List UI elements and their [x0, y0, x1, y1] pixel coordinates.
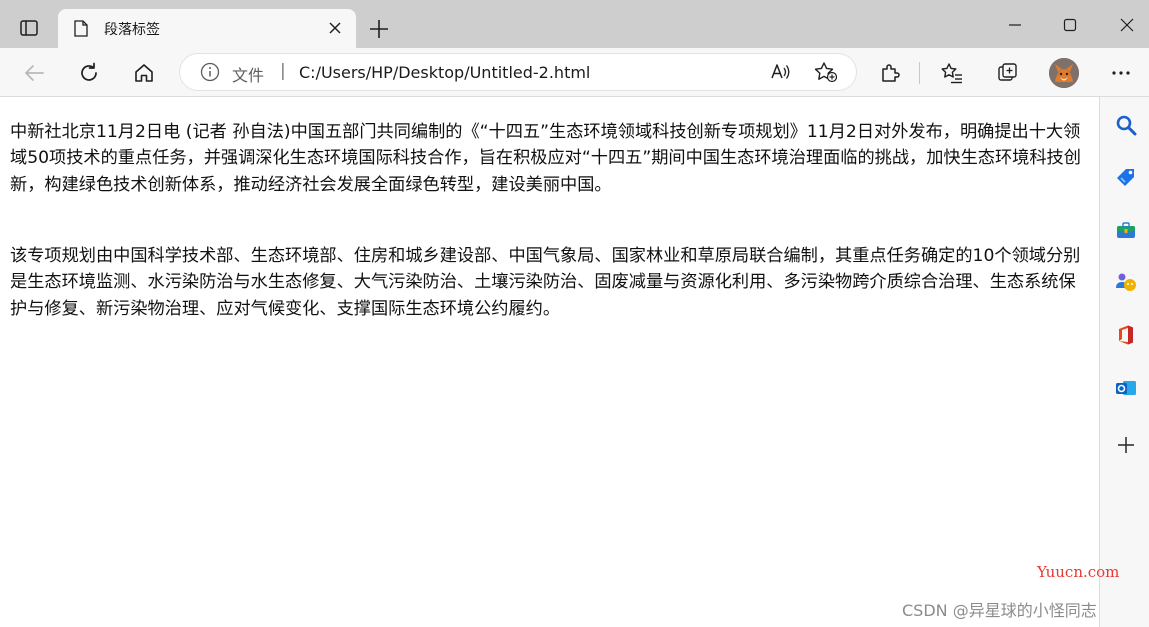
address-bar[interactable]: 文件 | C:/Users/HP/Desktop/Untitled-2.html: [180, 54, 856, 90]
close-icon: [1120, 18, 1134, 32]
back-arrow-icon: [25, 65, 44, 81]
tab-actions-icon: [20, 20, 38, 36]
tab-strip: 段落标签: [0, 0, 1149, 48]
settings-more-button[interactable]: [1108, 60, 1134, 86]
new-tab-icon[interactable]: [366, 16, 392, 42]
more-dots-icon: [1112, 71, 1130, 75]
sidebar-office-button[interactable]: [1115, 324, 1137, 346]
add-favorite-icon[interactable]: [814, 61, 838, 83]
sidebar-add-button[interactable]: [1115, 434, 1137, 456]
page-content: 中新社北京11月2日电 (记者 孙自法)中国五部门共同编制的《“十四五”生态环境…: [0, 97, 1099, 627]
close-window-button[interactable]: [1112, 10, 1142, 40]
url-text[interactable]: C:/Users/HP/Desktop/Untitled-2.html: [299, 63, 590, 82]
toolbar: 文件 | C:/Users/HP/Desktop/Untitled-2.html: [0, 48, 1149, 97]
toolbox-icon: [1117, 222, 1135, 238]
maximize-button[interactable]: [1055, 10, 1085, 40]
refresh-icon: [81, 62, 97, 81]
refresh-button[interactable]: [76, 60, 102, 86]
paragraph-1: 中新社北京11月2日电 (记者 孙自法)中国五部门共同编制的《“十四五”生态环境…: [10, 122, 1081, 195]
paragraph-2: 该专项规划由中国科学技术部、生态环境部、住房和城乡建设部、中国气象局、国家林业和…: [10, 246, 1081, 319]
minimize-button[interactable]: [1000, 10, 1030, 40]
tab-close-icon[interactable]: [328, 21, 342, 35]
tab-title: 段落标签: [104, 22, 160, 38]
extensions-button[interactable]: [877, 60, 903, 86]
address-separator: |: [280, 61, 286, 81]
sidebar: [1099, 97, 1149, 627]
info-icon[interactable]: [200, 62, 220, 82]
browser-window: 段落标签 文件 | C:/Users/HP/Desktop/Untitled-2…: [0, 0, 1149, 627]
avatar-picture: [1049, 58, 1079, 88]
back-button[interactable]: [21, 60, 47, 86]
minimize-icon: [1009, 24, 1021, 26]
puzzle-icon: [882, 64, 900, 82]
outlook-icon: [1116, 381, 1136, 395]
site-watermark: Yuucn.com: [1037, 563, 1120, 581]
maximize-icon: [1063, 18, 1077, 32]
favorites-list-icon: [941, 63, 962, 84]
home-icon: [135, 64, 153, 82]
plus-icon: [1118, 437, 1134, 453]
page-icon: [74, 20, 88, 37]
sidebar-games-button[interactable]: [1115, 271, 1137, 293]
search-icon: [1116, 115, 1137, 136]
profile-avatar[interactable]: [1049, 58, 1079, 88]
shopping-tag-icon: [1117, 169, 1134, 186]
toolbar-divider: [919, 62, 920, 84]
tab-actions-button[interactable]: [10, 12, 48, 44]
collections-icon: [998, 63, 1017, 81]
games-icon: [1116, 273, 1136, 291]
sidebar-outlook-button[interactable]: [1115, 377, 1137, 399]
sidebar-tools-button[interactable]: [1115, 219, 1137, 241]
author-watermark: CSDN @异星球的小怪同志: [902, 601, 1097, 620]
read-aloud-icon[interactable]: [770, 61, 792, 83]
favorites-button[interactable]: [939, 60, 965, 86]
sidebar-search-button[interactable]: [1115, 114, 1137, 136]
tab-active[interactable]: 段落标签: [58, 9, 356, 48]
office-icon: [1119, 325, 1133, 345]
home-button[interactable]: [131, 60, 157, 86]
sidebar-shopping-button[interactable]: [1115, 166, 1137, 188]
scheme-label: 文件: [232, 66, 265, 85]
collections-button[interactable]: [995, 60, 1021, 86]
